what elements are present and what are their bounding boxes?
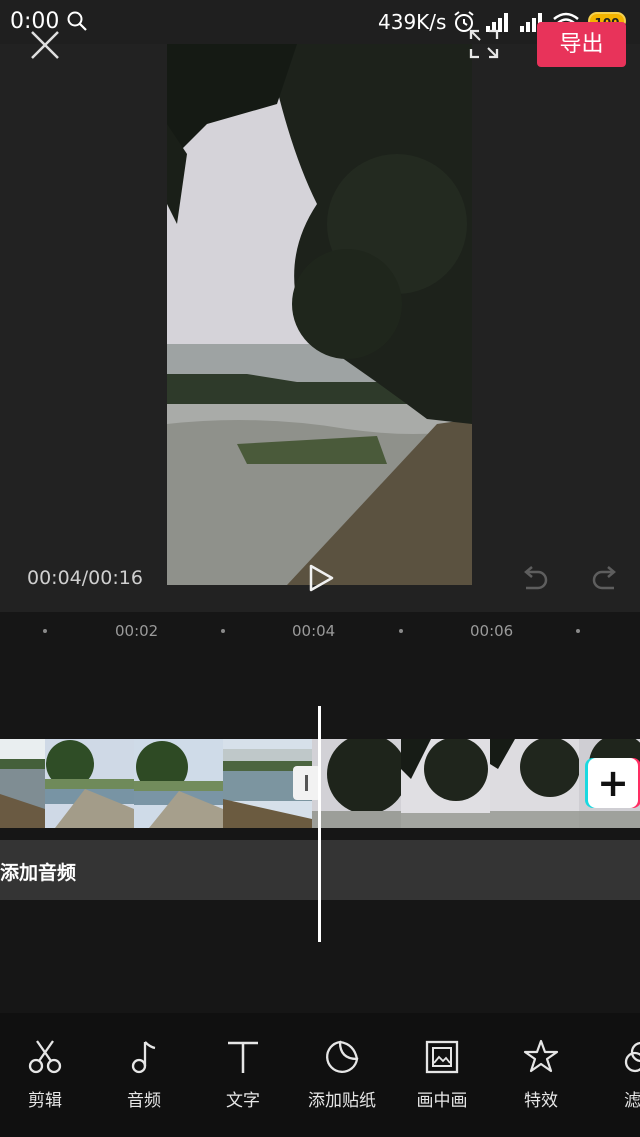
ruler-tick-label: 00:02 xyxy=(115,622,159,640)
search-icon xyxy=(67,11,87,31)
redo-icon[interactable] xyxy=(590,564,620,592)
play-icon[interactable] xyxy=(306,563,336,593)
scissors-icon xyxy=(28,1040,62,1074)
tool-effects[interactable]: 特效 xyxy=(496,1013,586,1137)
clip-thumbnail xyxy=(134,739,223,828)
tool-label: 滤 xyxy=(624,1091,640,1111)
ruler-dot xyxy=(43,629,47,633)
sticker-icon xyxy=(326,1040,359,1073)
ruler-dot xyxy=(221,629,225,633)
picture-in-picture-icon xyxy=(425,1040,459,1074)
add-audio-label: 添加音频 xyxy=(0,862,77,884)
close-icon[interactable] xyxy=(28,28,62,62)
tool-text[interactable]: 文字 xyxy=(198,1013,288,1137)
tool-label: 文字 xyxy=(226,1091,260,1111)
export-button[interactable]: 导出 xyxy=(537,22,626,67)
undo-icon[interactable] xyxy=(520,564,550,592)
tool-edit[interactable]: 剪辑 xyxy=(0,1013,90,1137)
ruler-tick-label: 00:06 xyxy=(470,622,514,640)
bottom-toolbar: 剪辑 音频 文字 添加贴纸 画中画 特效 滤 xyxy=(0,1013,640,1137)
tool-picture-in-picture[interactable]: 画中画 xyxy=(397,1013,487,1137)
tool-label: 画中画 xyxy=(416,1091,468,1111)
ruler-dot xyxy=(399,629,403,633)
playhead[interactable] xyxy=(318,706,321,942)
preview-area xyxy=(0,44,640,612)
tool-label: 添加贴纸 xyxy=(308,1091,376,1111)
tool-label: 剪辑 xyxy=(28,1091,62,1111)
tool-filter[interactable]: 滤 xyxy=(596,1013,640,1137)
tool-audio[interactable]: 音频 xyxy=(99,1013,189,1137)
video-preview[interactable] xyxy=(167,44,472,585)
tool-label: 特效 xyxy=(524,1091,558,1111)
clip-thumbnail xyxy=(45,739,134,828)
clip-thumbnail xyxy=(401,739,490,828)
tool-sticker[interactable]: 添加贴纸 xyxy=(297,1013,387,1137)
add-clip-button[interactable]: + xyxy=(588,758,638,808)
clip-thumbnail xyxy=(0,739,45,828)
ruler-dot xyxy=(576,629,580,633)
clip-trim-handle[interactable] xyxy=(293,766,321,800)
ruler-tick-label: 00:04 xyxy=(292,622,336,640)
effects-star-icon xyxy=(523,1039,559,1073)
timecode: 00:04/00:16 xyxy=(27,567,143,589)
filter-icon xyxy=(624,1041,640,1073)
music-note-icon xyxy=(131,1041,156,1074)
clip-thumbnail xyxy=(312,739,401,828)
fullscreen-icon[interactable] xyxy=(468,28,500,60)
text-icon xyxy=(228,1041,258,1073)
plus-icon: + xyxy=(597,761,629,805)
tool-label: 音频 xyxy=(127,1091,161,1111)
video-frame-image xyxy=(167,44,472,585)
network-speed: 439K/s xyxy=(378,10,447,34)
clip-thumbnail xyxy=(490,739,579,828)
timeline-ruler[interactable]: 00:02 00:04 00:06 xyxy=(0,612,640,652)
